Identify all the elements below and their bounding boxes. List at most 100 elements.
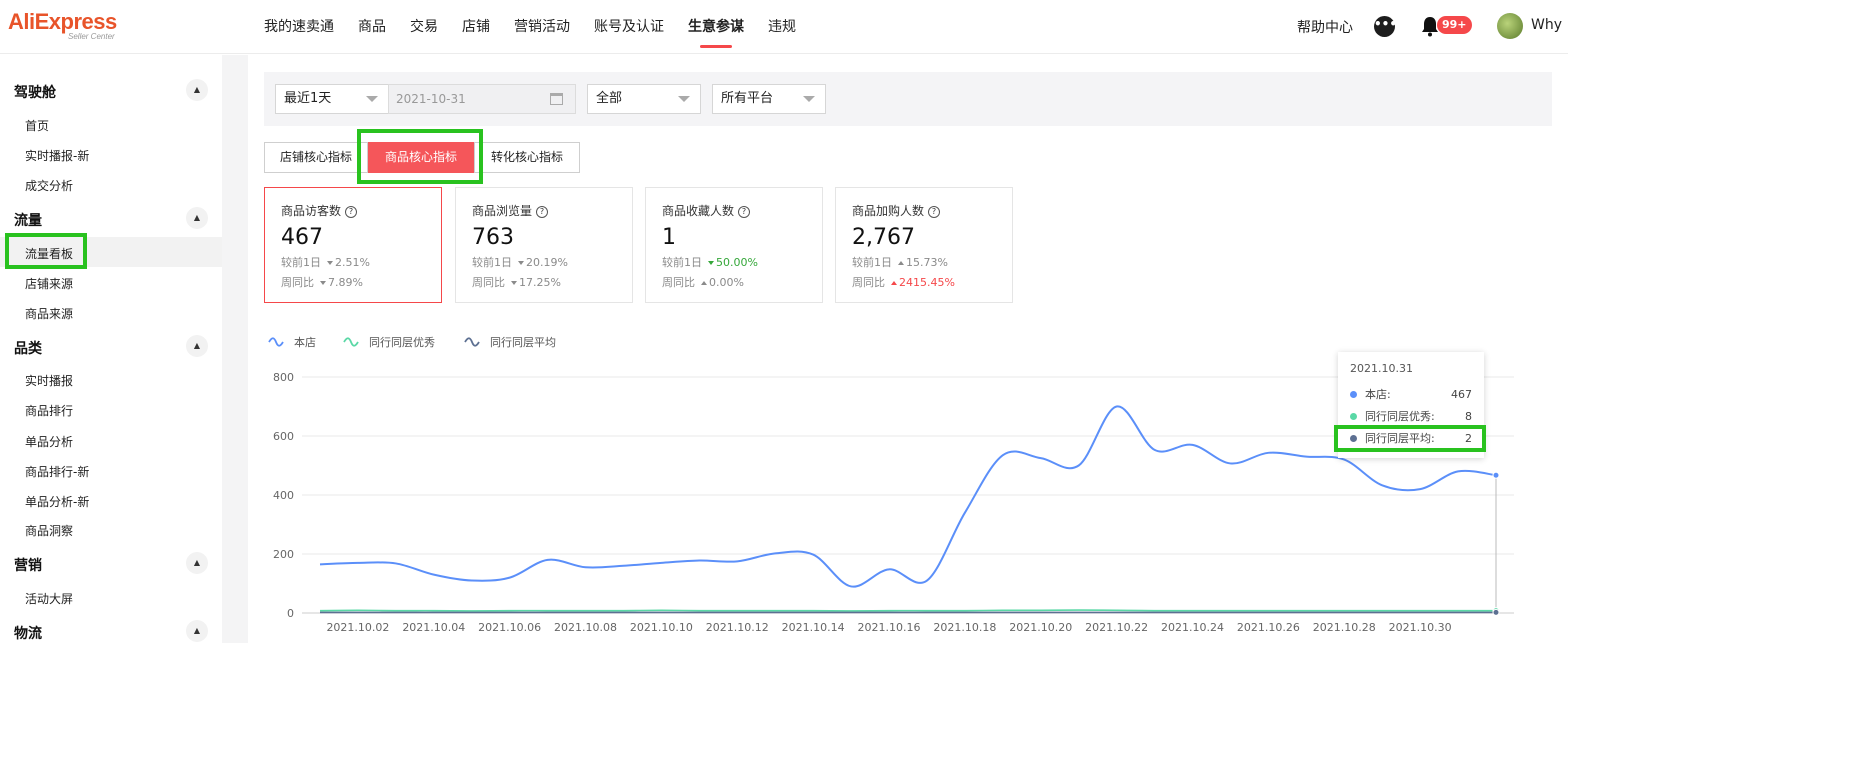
metric-card[interactable]: 商品收藏人数? 1 较前1日 50.00% 周同比 0.00% xyxy=(645,187,823,303)
date-input[interactable]: 2021-10-31 xyxy=(388,84,576,114)
metric-prev-day: 较前1日 20.19% xyxy=(472,256,568,269)
help-icon[interactable]: ? xyxy=(345,205,358,218)
top-nav: 我的速卖通 商品 交易 店铺 营销活动 账号及认证 生意参谋 违规 xyxy=(264,0,820,54)
help-icon[interactable]: ? xyxy=(738,205,751,218)
collapse-icon[interactable]: ▲ xyxy=(186,620,208,642)
x-tick-label: 2021.10.16 xyxy=(858,621,921,634)
arrow-down-icon xyxy=(708,261,714,265)
legend-top-label: 同行同层优秀 xyxy=(369,336,435,349)
sidebar-group-label[interactable]: 流量 xyxy=(14,210,42,230)
nav-item[interactable]: 生意参谋 xyxy=(688,0,744,54)
sidebar-item[interactable]: 商品排行 xyxy=(25,402,73,419)
y-tick-label: 400 xyxy=(273,489,294,502)
x-tick-label: 2021.10.02 xyxy=(326,621,389,634)
legend-store-icon xyxy=(268,337,284,347)
nav-item[interactable]: 交易 xyxy=(410,0,438,54)
help-icon[interactable]: ? xyxy=(928,205,941,218)
tab-store-core[interactable]: 店铺核心指标 xyxy=(264,142,368,173)
logo-sub: Seller Center xyxy=(68,32,115,41)
x-tick-label: 2021.10.26 xyxy=(1237,621,1300,634)
metric-prev-day: 较前1日 50.00% xyxy=(662,256,758,269)
period-select[interactable]: 最近1天 xyxy=(275,84,389,114)
metric-value: 1 xyxy=(662,225,676,250)
tab-conversion-core[interactable]: 转化核心指标 xyxy=(474,142,580,173)
sidebar-item[interactable]: 单品分析-新 xyxy=(25,493,89,510)
legend-top[interactable]: 同行同层优秀 xyxy=(343,334,435,350)
arrow-down-icon xyxy=(327,261,333,265)
nav-item[interactable]: 商品 xyxy=(358,0,386,54)
metric-card[interactable]: 商品浏览量? 763 较前1日 20.19% 周同比 17.25% xyxy=(455,187,633,303)
legend-top-icon xyxy=(343,337,359,347)
notification-badge: 99+ xyxy=(1437,16,1472,34)
scope-select[interactable]: 全部 xyxy=(587,84,701,114)
sidebar-group-label[interactable]: 驾驶舱 xyxy=(14,82,56,102)
x-tick-label: 2021.10.04 xyxy=(402,621,465,634)
help-icon[interactable]: ? xyxy=(536,205,549,218)
metric-card[interactable]: 商品加购人数? 2,767 较前1日 15.73% 周同比 2415.45% xyxy=(835,187,1013,303)
aliexpress-logo[interactable]: AliExpress Seller Center xyxy=(8,10,128,44)
nav-item[interactable]: 我的速卖通 xyxy=(264,0,334,54)
x-tick-label: 2021.10.24 xyxy=(1161,621,1224,634)
sidebar-group-label[interactable]: 营销 xyxy=(14,555,42,575)
highlight-box-sidebar xyxy=(5,233,87,269)
sidebar-item[interactable]: 商品来源 xyxy=(25,305,73,322)
help-center-link[interactable]: 帮助中心 xyxy=(1297,17,1353,37)
metric-value: 2,767 xyxy=(852,225,915,250)
metric-card[interactable]: 商品访客数? 467 较前1日 2.51% 周同比 7.89% xyxy=(264,187,442,303)
metric-title: 商品浏览量? xyxy=(472,202,632,219)
sidebar-item[interactable]: 实时播报-新 xyxy=(25,147,89,164)
tooltip-value: 8 xyxy=(1465,409,1472,423)
metric-value: 467 xyxy=(281,225,323,250)
metric-title: 商品访客数? xyxy=(281,202,441,219)
x-tick-label: 2021.10.28 xyxy=(1313,621,1376,634)
collapse-icon[interactable]: ▲ xyxy=(186,552,208,574)
nav-item[interactable]: 店铺 xyxy=(462,0,490,54)
sidebar-divider xyxy=(222,55,248,643)
tooltip-value: 467 xyxy=(1451,387,1472,401)
metric-week: 周同比 0.00% xyxy=(662,276,744,289)
calendar-icon[interactable] xyxy=(550,93,563,105)
highlight-box-tooltip xyxy=(1334,425,1486,452)
series-point xyxy=(1492,471,1500,479)
collapse-icon[interactable]: ▲ xyxy=(186,79,208,101)
sidebar-item[interactable]: 成交分析 xyxy=(25,177,73,194)
series-top-line[interactable] xyxy=(319,609,1496,612)
sidebar-group-label[interactable]: 物流 xyxy=(14,623,42,643)
sidebar-item[interactable]: 实时播报 xyxy=(25,372,73,389)
collapse-icon[interactable]: ▲ xyxy=(186,207,208,229)
chat-icon[interactable]: ••• xyxy=(1374,16,1397,37)
metric-prev-day: 较前1日 2.51% xyxy=(281,256,370,269)
tooltip-row-top: 同行同层优秀: 8 xyxy=(1350,405,1472,427)
y-tick-label: 200 xyxy=(273,548,294,561)
scope-value: 全部 xyxy=(596,91,623,106)
x-tick-label: 2021.10.30 xyxy=(1389,621,1452,634)
avatar[interactable] xyxy=(1497,13,1523,39)
nav-item[interactable]: 账号及认证 xyxy=(594,0,664,54)
y-tick-label: 0 xyxy=(287,607,294,620)
sidebar-item[interactable]: 首页 xyxy=(25,117,49,134)
username[interactable]: Why xyxy=(1531,17,1562,33)
sidebar-item[interactable]: 单品分析 xyxy=(25,433,73,450)
sidebar-group-label[interactable]: 品类 xyxy=(14,338,42,358)
metric-title: 商品加购人数? xyxy=(852,202,1012,219)
metric-prev-day: 较前1日 15.73% xyxy=(852,256,948,269)
arrow-down-icon xyxy=(320,281,326,285)
dot-icon xyxy=(1350,412,1357,420)
arrow-down-icon xyxy=(511,281,517,285)
sidebar-item[interactable]: 店铺来源 xyxy=(25,275,73,292)
collapse-icon[interactable]: ▲ xyxy=(186,335,208,357)
sidebar-item[interactable]: 活动大屏 xyxy=(25,590,73,607)
nav-item[interactable]: 营销活动 xyxy=(514,0,570,54)
y-tick-label: 600 xyxy=(273,430,294,443)
legend-avg[interactable]: 同行同层平均 xyxy=(464,334,556,350)
date-value: 2021-10-31 xyxy=(396,92,466,106)
sidebar-item[interactable]: 商品洞察 xyxy=(25,522,73,539)
x-tick-label: 2021.10.22 xyxy=(1085,621,1148,634)
legend-store[interactable]: 本店 xyxy=(268,334,316,350)
sidebar-item[interactable]: 商品排行-新 xyxy=(25,463,89,480)
nav-item[interactable]: 违规 xyxy=(768,0,796,54)
x-tick-label: 2021.10.20 xyxy=(1009,621,1072,634)
arrow-up-icon xyxy=(701,281,707,285)
platform-select[interactable]: 所有平台 xyxy=(712,84,826,114)
series-store-line[interactable] xyxy=(319,405,1497,588)
